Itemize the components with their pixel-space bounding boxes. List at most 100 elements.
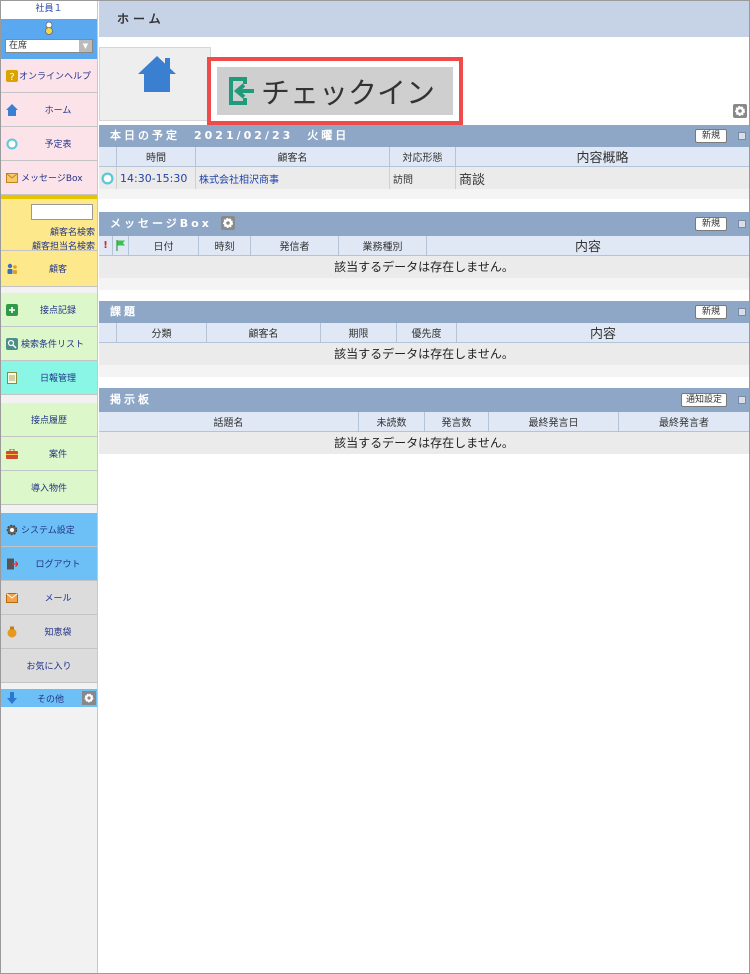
column-header xyxy=(99,147,117,166)
column-header: 日付 xyxy=(129,236,199,255)
customer-search-input[interactable] xyxy=(31,204,93,220)
column-header: 顧客名 xyxy=(196,147,390,166)
sidebar-item-deals-label: 案件 xyxy=(48,450,67,460)
sidebar-item-search-list-label: 検索条件リスト xyxy=(21,340,85,350)
column-header: 未読数 xyxy=(359,412,425,431)
others-gear-icon[interactable] xyxy=(82,691,96,705)
column-header: 優先度 xyxy=(397,323,457,342)
column-header: 期限 xyxy=(321,323,397,342)
flag-column-header xyxy=(113,236,129,255)
user-name[interactable]: 社員１ xyxy=(1,1,97,19)
sidebar-item-daily-report[interactable]: 日報管理 xyxy=(1,361,97,395)
importance-column-header: ! xyxy=(99,236,113,255)
clock-icon xyxy=(5,137,19,151)
user-status-icon xyxy=(45,21,53,35)
minimize-icon[interactable] xyxy=(738,308,746,316)
tasks-new-button[interactable]: 新規 xyxy=(695,305,727,319)
help-icon: ? xyxy=(5,69,19,83)
column-header: 発信者 xyxy=(251,236,339,255)
table-row[interactable]: 14:30-15:30 株式会社相沢商事 訪問 商談 xyxy=(99,167,749,189)
home-tile[interactable] xyxy=(99,47,211,121)
divider xyxy=(1,505,97,513)
sidebar-item-schedule-label: 予定表 xyxy=(44,140,72,150)
sidebar: 社員１ 在席 ▼ ? オンラインヘルプ ホーム 予定表 メッセージBox 顧客名… xyxy=(1,1,98,973)
envelope-icon xyxy=(5,171,19,185)
gear-icon[interactable] xyxy=(733,104,747,118)
schedule-customer[interactable]: 株式会社相沢商事 xyxy=(196,167,390,189)
divider xyxy=(1,395,97,403)
sidebar-item-logout[interactable]: ログアウト xyxy=(1,547,97,581)
sidebar-item-deals[interactable]: 案件 xyxy=(1,437,97,471)
section-gap xyxy=(99,189,749,199)
today-schedule-title-text: 本日の予定 2021/02/23 火曜日 xyxy=(110,129,350,142)
notify-settings-button[interactable]: 通知設定 xyxy=(681,393,727,407)
schedule-summary: 商談 xyxy=(459,172,486,188)
customer-search-panel: 顧客名検索 顧客担当名検索 xyxy=(1,195,97,252)
sidebar-item-knowledge[interactable]: 知恵袋 xyxy=(1,615,97,649)
column-header: 話題名 xyxy=(99,412,359,431)
sidebar-item-system-settings-label: システム設定 xyxy=(21,526,75,536)
messages-empty-message: 該当するデータは存在しません。 xyxy=(99,256,749,278)
sidebar-item-help[interactable]: ? オンラインヘルプ xyxy=(1,59,97,93)
tasks-header-row: 分類 顧客名 期限 優先度 内容 xyxy=(99,323,749,343)
checkin-button[interactable]: チェックイン xyxy=(217,67,453,115)
sidebar-item-customer-label: 顧客 xyxy=(48,265,67,275)
sidebar-item-others-label: その他 xyxy=(36,694,64,705)
gear-icon xyxy=(5,523,19,537)
minimize-icon[interactable] xyxy=(738,220,746,228)
customer-name-search-link[interactable]: 顧客名検索 xyxy=(50,225,95,238)
status-select[interactable]: 在席 ▼ xyxy=(5,39,93,53)
sidebar-item-message-box[interactable]: メッセージBox xyxy=(1,161,97,195)
logout-icon xyxy=(5,557,19,571)
today-header-row: 時間 顧客名 対応形態 内容概略 xyxy=(99,147,749,167)
minimize-icon[interactable] xyxy=(738,396,746,404)
sidebar-item-mail-label: メール xyxy=(44,594,72,604)
column-header: 内容 xyxy=(589,327,616,342)
column-header: 最終発言者 xyxy=(659,418,709,429)
column-header: 最終発言日 xyxy=(489,412,619,431)
sidebar-item-daily-report-label: 日報管理 xyxy=(39,374,76,384)
sidebar-item-favorites[interactable]: お気に入り xyxy=(1,649,97,683)
schedule-type: 訪問 xyxy=(390,167,456,189)
bulletin-board-title: 掲示板 通知設定 xyxy=(99,388,749,412)
sidebar-item-installed-items[interactable]: 導入物件 xyxy=(1,471,97,505)
sidebar-item-system-settings[interactable]: システム設定 xyxy=(1,513,97,547)
search-list-icon xyxy=(5,337,19,351)
sidebar-item-knowledge-label: 知恵袋 xyxy=(44,628,72,638)
bulletin-board-title-text: 掲示板 xyxy=(110,393,152,406)
column-header xyxy=(99,323,117,342)
sidebar-item-search-list[interactable]: 検索条件リスト xyxy=(1,327,97,361)
tasks-title: 課題 新規 xyxy=(99,301,749,323)
message-settings-gear-icon[interactable] xyxy=(221,216,235,230)
schedule-time[interactable]: 14:30-15:30 xyxy=(117,167,196,189)
today-schedule-title: 本日の予定 2021/02/23 火曜日 新規 xyxy=(99,125,749,147)
contact-record-icon xyxy=(5,303,19,317)
column-header: 内容概略 xyxy=(576,151,629,166)
sidebar-item-others[interactable]: その他 xyxy=(1,689,97,707)
minimize-icon[interactable] xyxy=(738,132,746,140)
sidebar-item-customer[interactable]: 顧客 xyxy=(1,251,97,287)
messages-new-button[interactable]: 新規 xyxy=(695,217,727,231)
sidebar-item-home-label: ホーム xyxy=(44,106,72,116)
sidebar-item-contact-record[interactable]: 接点記録 xyxy=(1,293,97,327)
tasks-section: 課題 新規 分類 顧客名 期限 優先度 内容 該当するデータは存在しません。 xyxy=(99,301,749,377)
sidebar-item-mail[interactable]: メール xyxy=(1,581,97,615)
board-empty-message: 該当するデータは存在しません。 xyxy=(99,432,749,454)
message-box-title-text: メッセージBox xyxy=(110,217,212,230)
people-icon xyxy=(5,262,19,276)
today-new-button[interactable]: 新規 xyxy=(695,129,727,143)
column-header: 時間 xyxy=(117,147,196,166)
sidebar-item-schedule[interactable]: 予定表 xyxy=(1,127,97,161)
sidebar-item-contact-history[interactable]: 接点履歴 xyxy=(1,403,97,437)
sidebar-item-home[interactable]: ホーム xyxy=(1,93,97,127)
sidebar-item-installed-items-label: 導入物件 xyxy=(30,484,67,494)
schedule-status-icon xyxy=(99,167,117,189)
column-header: 発言数 xyxy=(425,412,489,431)
today-schedule-section: 本日の予定 2021/02/23 火曜日 新規 時間 顧客名 対応形態 内容概略… xyxy=(99,125,749,199)
flag-icon xyxy=(115,240,125,251)
column-header: 対応形態 xyxy=(390,147,456,166)
message-box-section: メッセージBox 新規 ! 日付 時刻 発信者 業務種別 内容 該当するデータは… xyxy=(99,212,749,290)
section-gap xyxy=(99,278,749,290)
sidebar-item-logout-label: ログアウト xyxy=(35,560,81,570)
checkin-highlight: チェックイン xyxy=(207,57,463,125)
